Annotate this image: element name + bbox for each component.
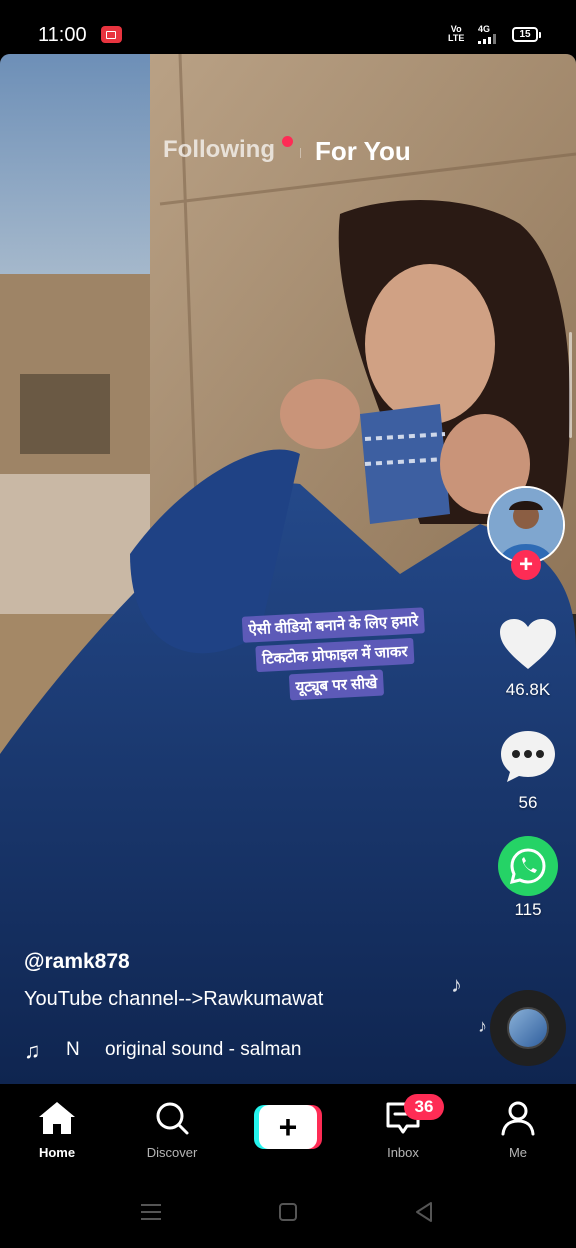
- status-bar: 11:00 Vo LTE 4G 15: [0, 0, 576, 54]
- tab-separator: [300, 148, 301, 158]
- sound-row[interactable]: ♫ N original sound - salman: [24, 1038, 324, 1064]
- music-note-icon: ♫: [24, 1038, 41, 1063]
- network-type: 4G: [478, 24, 491, 34]
- system-navigation-bar: [0, 1174, 576, 1248]
- create-button[interactable]: +: [254, 1105, 322, 1149]
- video-frame: [0, 54, 576, 1084]
- battery-tip: [539, 32, 541, 38]
- tab-for-you[interactable]: For You: [315, 136, 411, 167]
- music-disc-button[interactable]: [490, 990, 566, 1066]
- tab-following[interactable]: Following: [163, 136, 275, 164]
- menu-icon[interactable]: [140, 1202, 162, 1222]
- battery-icon: 15: [512, 27, 538, 42]
- creator-username[interactable]: @ramk878: [24, 950, 130, 974]
- nav-home-label: Home: [38, 1145, 76, 1160]
- comment-count: 56: [518, 793, 538, 812]
- post-description: YouTube channel-->Rawkumawat: [24, 988, 324, 1010]
- feed-tabs: Following For You: [0, 136, 576, 166]
- bottom-nav: Home Discover + Inbox 36 Me: [0, 1086, 576, 1174]
- caption-line: यूट्यूब पर सीखे: [288, 669, 384, 701]
- whatsapp-glyph: [509, 848, 546, 885]
- video-caption-sticker: ऐसी वीडियो बनाने के लिए हमारे टिकटोक प्र…: [213, 606, 457, 708]
- music-cover-image: [507, 1007, 549, 1049]
- caption-line: टिकटोक प्रोफाइल में जाकर: [255, 637, 415, 673]
- follow-plus-button[interactable]: +: [511, 550, 541, 580]
- floating-note-icon: ♪: [451, 972, 462, 997]
- sound-prefix: N: [66, 1039, 80, 1060]
- battery-level: 15: [519, 29, 531, 40]
- feed-scroll-indicator: [569, 332, 572, 438]
- share-count: 115: [514, 900, 542, 919]
- like-button[interactable]: 46.8K: [496, 617, 560, 700]
- home-icon: [39, 1102, 75, 1134]
- profile-icon: [501, 1101, 535, 1136]
- video-player[interactable]: Following For You ऐसी वीडियो बनाने के लि…: [0, 54, 576, 1084]
- signal-icon: [478, 34, 496, 44]
- nav-me[interactable]: Me: [473, 1100, 563, 1160]
- status-time: 11:00: [38, 24, 87, 46]
- nav-me-label: Me: [508, 1145, 528, 1160]
- whatsapp-icon: [498, 836, 558, 896]
- sound-name: original sound - salman: [105, 1039, 302, 1060]
- inbox-badge: 36: [404, 1094, 444, 1120]
- heart-icon: [500, 619, 556, 669]
- comment-icon: [501, 731, 555, 782]
- volte-indicator: Vo LTE: [448, 24, 465, 43]
- nav-inbox-label: Inbox: [387, 1145, 419, 1160]
- floating-note-icon: ♪: [478, 1016, 487, 1036]
- back-icon[interactable]: [414, 1201, 434, 1223]
- nav-discover-label: Discover: [146, 1145, 198, 1160]
- nav-home[interactable]: Home: [12, 1100, 102, 1160]
- share-button[interactable]: 115: [496, 836, 560, 920]
- search-icon: [156, 1102, 189, 1135]
- nav-discover[interactable]: Discover: [127, 1100, 217, 1160]
- like-count: 46.8K: [505, 680, 551, 699]
- screen-record-icon: [101, 26, 122, 43]
- following-new-dot: [282, 136, 293, 147]
- comment-button[interactable]: 56: [496, 728, 560, 813]
- plus-icon: +: [259, 1105, 317, 1149]
- home-square-icon[interactable]: [278, 1202, 298, 1222]
